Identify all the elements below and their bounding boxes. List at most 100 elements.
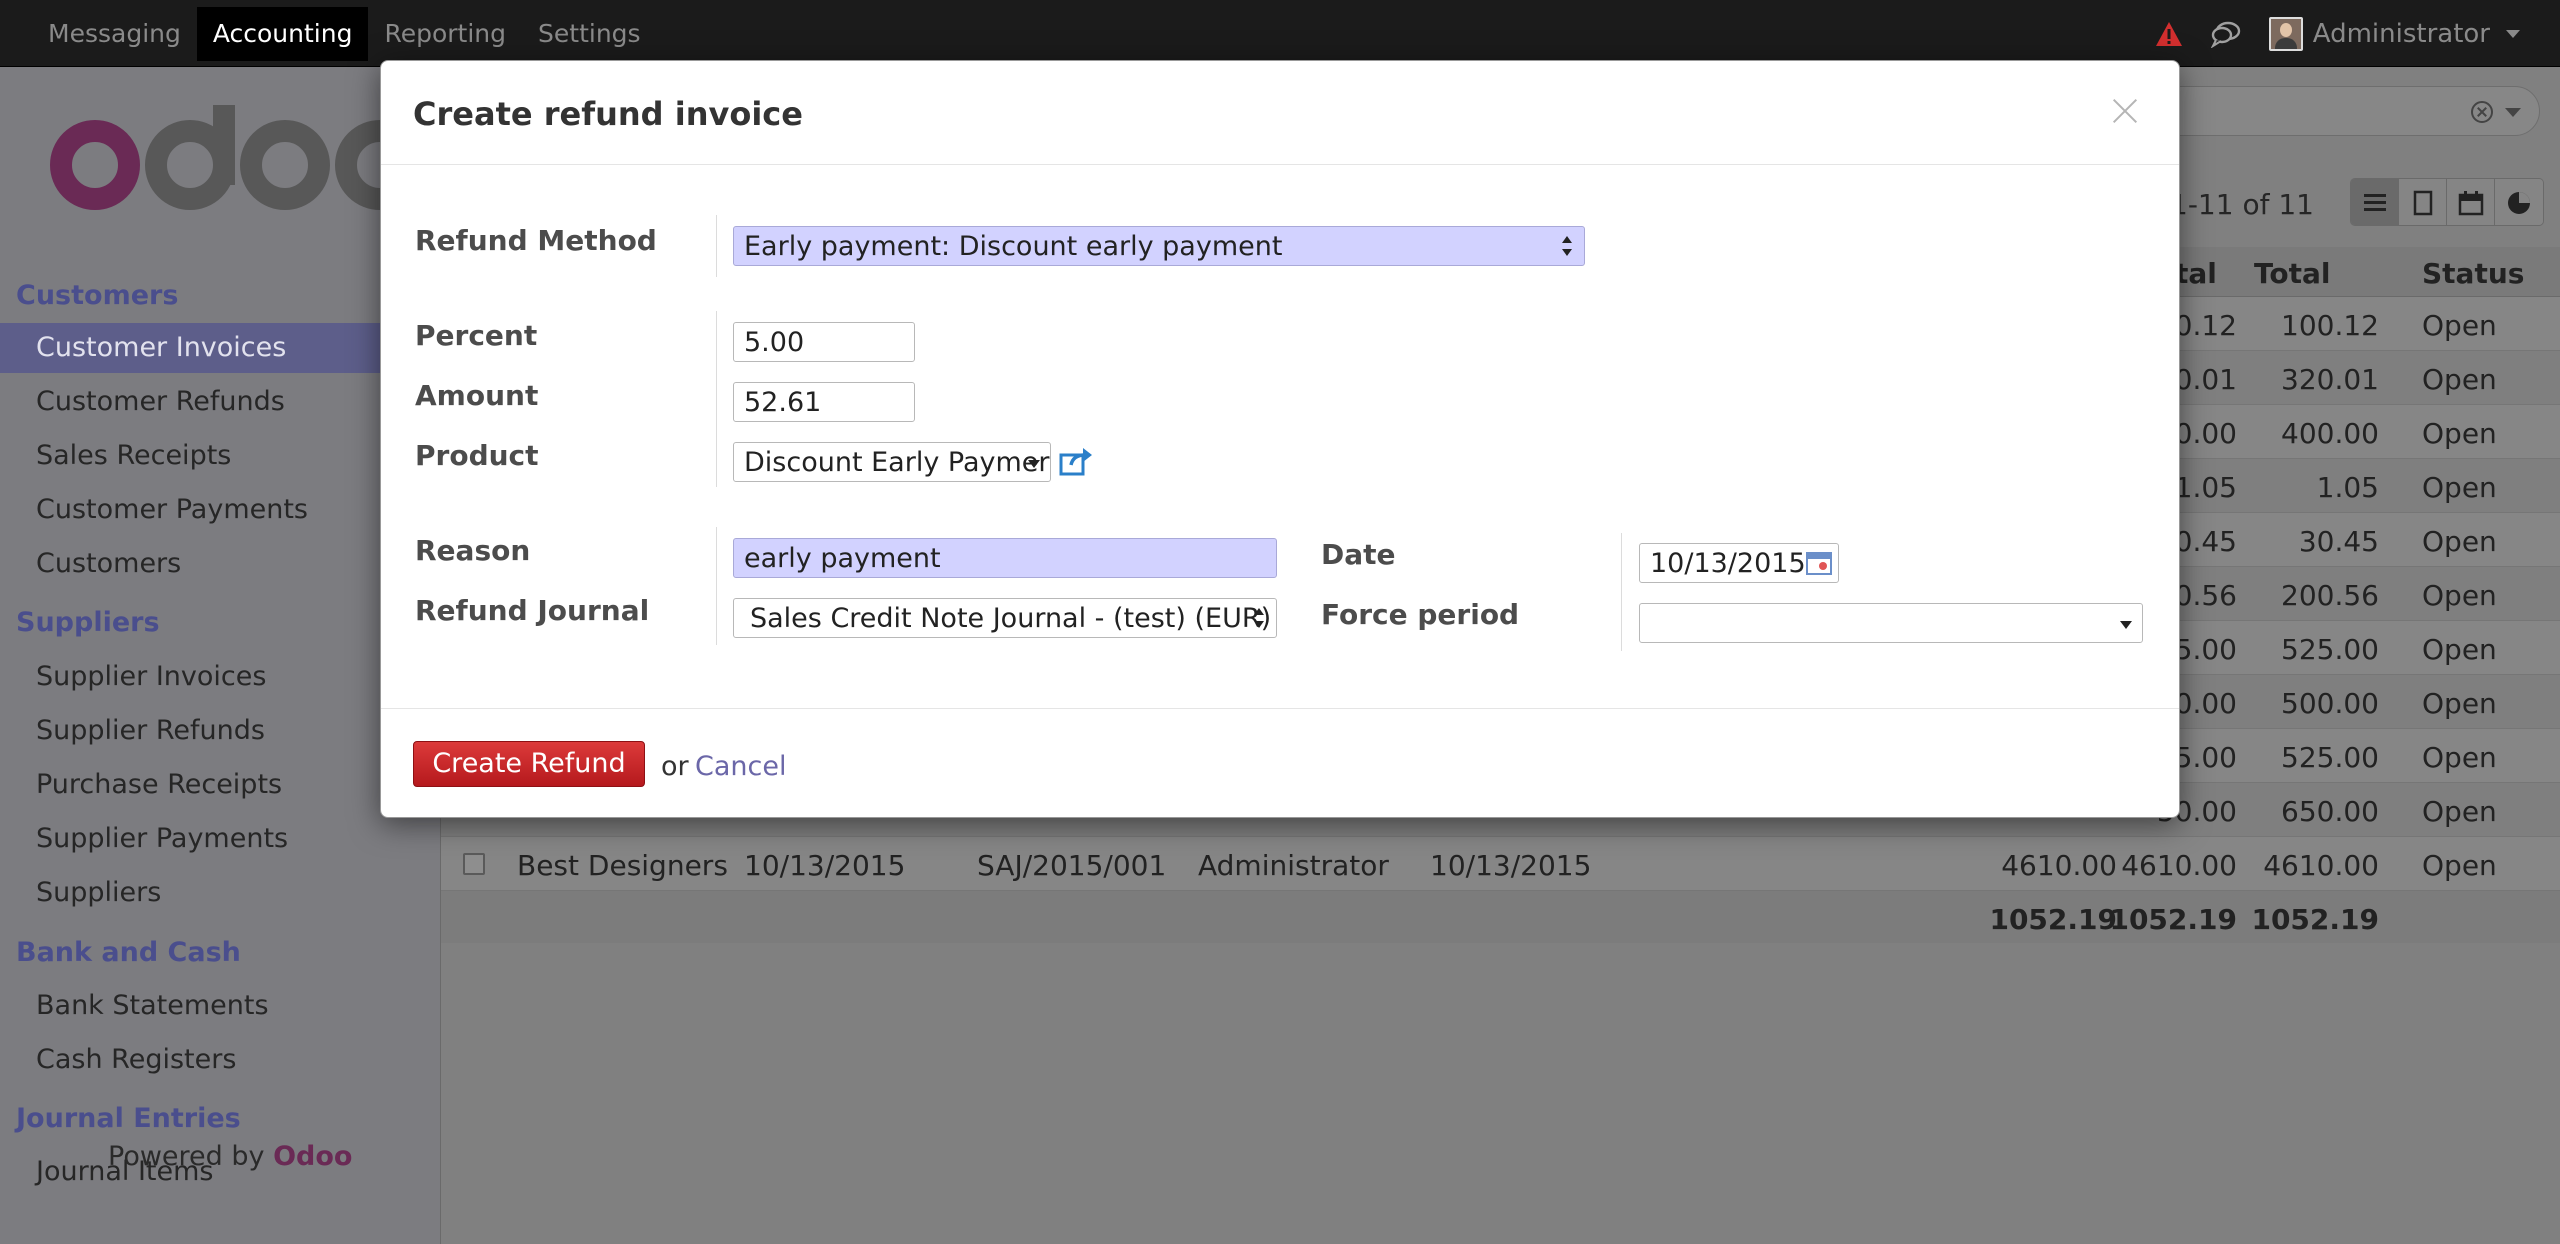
date-input[interactable]: 10/13/2015	[1639, 543, 1839, 583]
column-header-total[interactable]: Total	[2254, 257, 2331, 290]
cell-partial-total: 1.05	[2174, 471, 2237, 504]
percent-label: Percent	[415, 319, 538, 352]
avatar	[2268, 16, 2303, 51]
user-menu[interactable]: Administrator	[2268, 16, 2520, 51]
sidebar-item-suppliers[interactable]: Suppliers	[0, 868, 441, 918]
row-checkbox[interactable]	[463, 853, 485, 875]
cell-total: 100.12	[2281, 309, 2379, 342]
cell-total: 200.56	[2281, 579, 2379, 612]
odoo-logo	[50, 105, 390, 210]
sidebar-item-sales-receipts[interactable]: Sales Receipts	[0, 431, 441, 481]
sidebar-section-journal-entries: Journal Entries	[16, 1103, 241, 1134]
dialog-title: Create refund invoice	[413, 95, 803, 133]
sidebar-section-suppliers: Suppliers	[16, 607, 160, 638]
sidebar-item-cash-registers[interactable]: Cash Registers	[0, 1035, 441, 1085]
cell-invoice-date: 10/13/2015	[744, 849, 906, 882]
refund-journal-select[interactable]: Sales Credit Note Journal - (test) (EUR)	[733, 598, 1277, 638]
cell-status: Open	[2422, 525, 2497, 558]
cell-status: Open	[2422, 741, 2497, 774]
menu-reporting[interactable]: Reporting	[368, 7, 522, 61]
cell-status: Open	[2422, 633, 2497, 666]
refund-method-label: Refund Method	[415, 224, 657, 257]
sidebar-section-bank-and-cash: Bank and Cash	[16, 937, 241, 968]
form-view-button[interactable]	[2399, 179, 2447, 225]
chevron-down-icon	[1028, 460, 1040, 468]
cell-total: 525.00	[2281, 633, 2379, 666]
force-period-select[interactable]	[1639, 603, 2143, 643]
list-empty-area	[441, 943, 2560, 1244]
sidebar-item-customer-invoices[interactable]: Customer Invoices	[0, 323, 441, 373]
cell-status: Open	[2422, 687, 2497, 720]
clear-search-icon[interactable]	[2471, 101, 2493, 123]
powered-by-brand-link[interactable]: Odoo	[273, 1141, 352, 1172]
product-select[interactable]: Discount Early Paymer	[733, 442, 1051, 482]
calendar-icon[interactable]	[1806, 551, 1832, 575]
sidebar-item-bank-statements[interactable]: Bank Statements	[0, 981, 441, 1031]
reason-label: Reason	[415, 534, 531, 567]
cell-total: 525.00	[2281, 741, 2379, 774]
dialog-footer: Create Refund or Cancel	[381, 708, 2179, 818]
calendar-view-icon	[2458, 191, 2484, 216]
calendar-view-button[interactable]	[2447, 179, 2495, 225]
graph-view-button[interactable]	[2495, 179, 2543, 225]
amount-input[interactable]: 52.61	[733, 382, 915, 422]
force-period-label: Force period	[1321, 598, 1520, 631]
cell-total: 400.00	[2281, 417, 2379, 450]
sidebar-item-customers[interactable]: Customers	[0, 539, 441, 589]
dialog-header: Create refund invoice	[381, 61, 2179, 165]
column-header-partial-total[interactable]: tal	[2175, 257, 2217, 290]
select-arrows-icon	[1254, 608, 1264, 630]
cancel-link[interactable]: Cancel	[695, 751, 786, 782]
refund-journal-value: Sales Credit Note Journal - (test) (EUR)	[750, 603, 1272, 634]
footer-sum-total: 1052.19	[2251, 903, 2379, 936]
warning-icon[interactable]	[2155, 21, 2183, 47]
date-label: Date	[1321, 538, 1396, 571]
cell-status: Open	[2422, 363, 2497, 396]
sidebar-item-supplier-refunds[interactable]: Supplier Refunds	[0, 706, 441, 756]
powered-by-text: Powered by	[108, 1141, 265, 1172]
pie-chart-icon	[2508, 192, 2530, 214]
cell-total: 30.45	[2298, 525, 2379, 558]
menu-settings[interactable]: Settings	[522, 7, 657, 61]
view-switcher	[2350, 178, 2544, 226]
or-text: or	[661, 751, 689, 782]
create-refund-button[interactable]: Create Refund	[413, 741, 645, 787]
table-row-best-designers[interactable]: Best Designers 10/13/2015 SAJ/2015/001 A…	[441, 837, 2560, 891]
chevron-down-icon	[2120, 621, 2132, 629]
column-header-status[interactable]: Status	[2422, 257, 2524, 290]
product-value: Discount Early Paymer	[744, 447, 1050, 478]
cell-status: Open	[2422, 417, 2497, 450]
sidebar-item-supplier-invoices[interactable]: Supplier Invoices	[0, 652, 441, 702]
sidebar-item-supplier-payments[interactable]: Supplier Payments	[0, 814, 441, 864]
external-link-icon[interactable]	[1059, 447, 1093, 477]
cell-total: 500.00	[2281, 687, 2379, 720]
cell-number: SAJ/2015/001	[977, 849, 1167, 882]
sidebar-item-customer-payments[interactable]: Customer Payments	[0, 485, 441, 535]
menu-messaging[interactable]: Messaging	[32, 7, 197, 61]
cell-total: 320.01	[2281, 363, 2379, 396]
cell-status: Open	[2422, 471, 2497, 504]
sidebar-item-customer-refunds[interactable]: Customer Refunds	[0, 377, 441, 427]
cell-total: 4610.00	[2263, 849, 2379, 882]
list-view-icon	[2364, 194, 2386, 211]
percent-input[interactable]: 5.00	[733, 322, 915, 362]
search-options-caret-icon[interactable]	[2505, 108, 2521, 117]
top-navbar: Messaging Accounting Reporting Settings …	[0, 0, 2560, 67]
date-value: 10/13/2015	[1650, 548, 1806, 579]
cell-status: Open	[2422, 795, 2497, 828]
user-name: Administrator	[2312, 18, 2490, 49]
powered-by: Powered by Odoo	[108, 1141, 352, 1172]
refund-method-select[interactable]: Early payment: Discount early payment	[733, 226, 1585, 266]
cell-total: 650.00	[2281, 795, 2379, 828]
menu-accounting[interactable]: Accounting	[196, 7, 369, 61]
field-separator	[716, 311, 717, 487]
footer-sum-untaxed: 1052.19	[1989, 903, 2117, 936]
field-separator	[716, 215, 717, 277]
create-refund-dialog: Create refund invoice Refund Method Earl…	[380, 60, 2180, 818]
sidebar-item-purchase-receipts[interactable]: Purchase Receipts	[0, 760, 441, 810]
chat-icon[interactable]	[2210, 20, 2241, 48]
list-view-button[interactable]	[2351, 179, 2399, 225]
pager-counter[interactable]: 1-11 of 11	[2170, 188, 2314, 221]
reason-input[interactable]: early payment	[733, 538, 1277, 578]
close-icon[interactable]	[2111, 97, 2139, 125]
